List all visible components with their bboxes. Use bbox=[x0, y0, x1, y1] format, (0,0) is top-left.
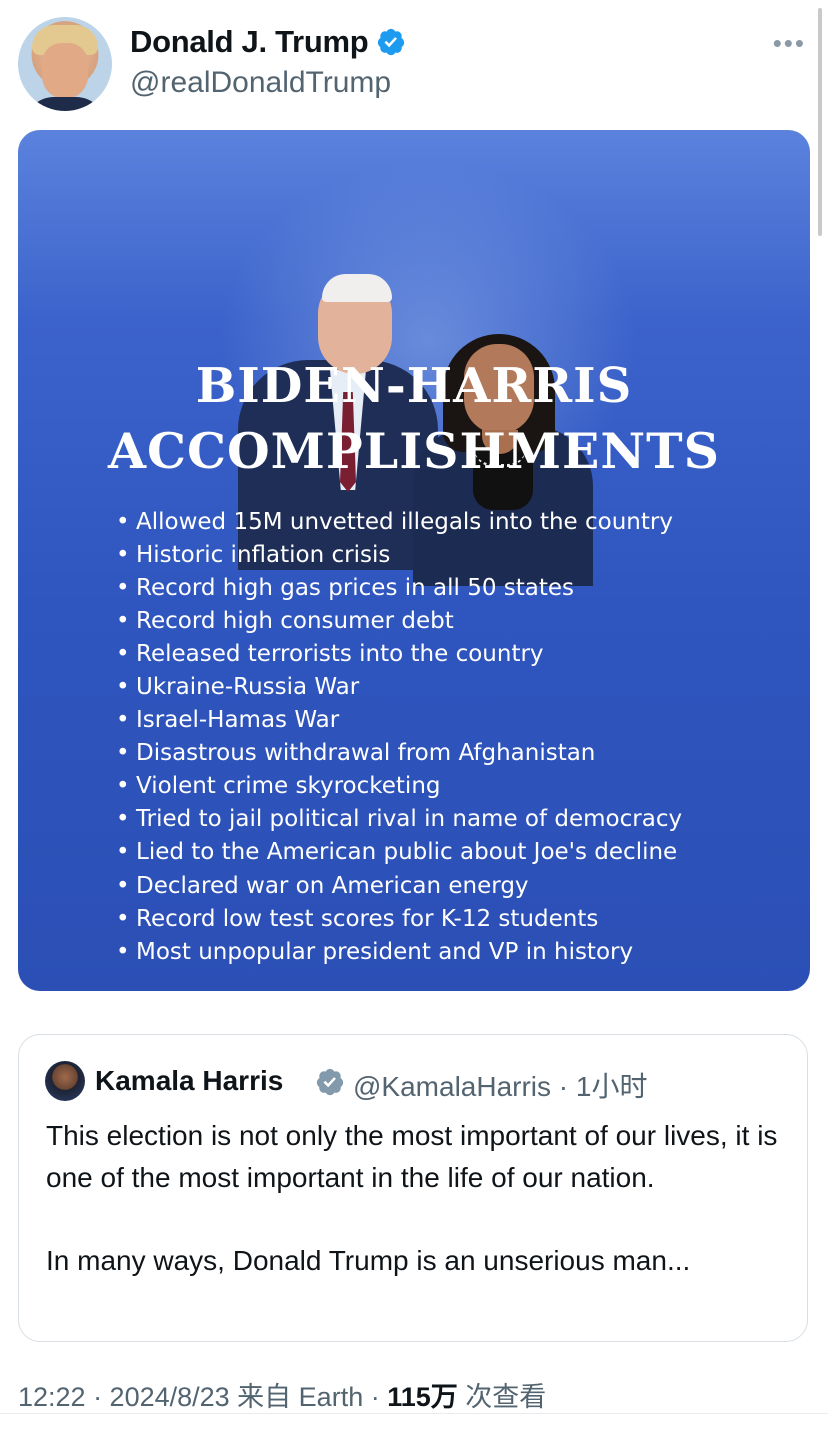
accomplishments-list: Allowed 15M unvetted illegals into the c… bbox=[116, 506, 682, 969]
quoted-text-paragraph: In many ways, Donald Trump is an unserio… bbox=[46, 1244, 691, 1276]
list-item: Tried to jail political rival in name of… bbox=[116, 803, 682, 836]
image-title-line1: BIDEN-HARRIS bbox=[195, 358, 633, 414]
list-item: Declared war on American energy bbox=[116, 870, 682, 903]
list-item: Allowed 15M unvetted illegals into the c… bbox=[116, 506, 682, 539]
timestamp-source[interactable]: 12:22 · 2024/8/23 来自 Earth · bbox=[18, 1382, 387, 1412]
list-item: Israel-Hamas War bbox=[116, 704, 682, 737]
list-item: Record high gas prices in all 50 states bbox=[116, 572, 682, 605]
quoted-text-paragraph: This election is not only the most impor… bbox=[46, 1120, 778, 1193]
quoted-tweet[interactable]: Kamala Harris @KamalaHarris · 1小时 This e… bbox=[18, 1034, 808, 1342]
list-item: Released terrorists into the country bbox=[116, 638, 682, 671]
tweet-image[interactable]: BIDEN-HARRIS ACCOMPLISHMENTS Allowed 15M… bbox=[18, 130, 810, 991]
quoted-author-avatar[interactable] bbox=[45, 1061, 85, 1101]
view-count: 115万 bbox=[387, 1382, 458, 1412]
list-item: Violent crime skyrocketing bbox=[116, 770, 682, 803]
list-item: Ukraine-Russia War bbox=[116, 671, 682, 704]
more-options-icon[interactable]: ••• bbox=[773, 28, 806, 59]
author-display-name[interactable]: Donald J. Trump bbox=[130, 24, 369, 60]
verified-badge-icon bbox=[378, 28, 405, 56]
list-item: Record high consumer debt bbox=[116, 605, 682, 638]
quoted-tweet-text: This election is not only the most impor… bbox=[46, 1115, 786, 1281]
view-label: 次查看 bbox=[457, 1382, 547, 1412]
list-item: Historic inflation crisis bbox=[116, 539, 682, 572]
tweet-metadata: 12:22 · 2024/8/23 来自 Earth · 115万 次查看 bbox=[18, 1375, 546, 1414]
list-item: Most unpopular president and VP in histo… bbox=[116, 936, 682, 969]
quoted-author-name: Kamala Harris bbox=[95, 1065, 284, 1096]
author-avatar[interactable] bbox=[18, 17, 112, 111]
author-handle[interactable]: @realDonaldTrump bbox=[130, 66, 391, 100]
list-item: Record low test scores for K-12 students bbox=[116, 903, 682, 936]
author-name-row: Donald J. Trump bbox=[130, 24, 406, 60]
list-item: Disastrous withdrawal from Afghanistan bbox=[116, 737, 682, 770]
quoted-handle-time: @KamalaHarris · 1小时 bbox=[353, 1071, 648, 1102]
gray-verified-badge-icon bbox=[316, 1068, 344, 1096]
scrollbar[interactable] bbox=[818, 8, 822, 236]
list-item: Lied to the American public about Joe's … bbox=[116, 836, 682, 869]
image-title-line2: ACCOMPLISHMENTS bbox=[107, 422, 721, 480]
divider bbox=[0, 1413, 828, 1414]
